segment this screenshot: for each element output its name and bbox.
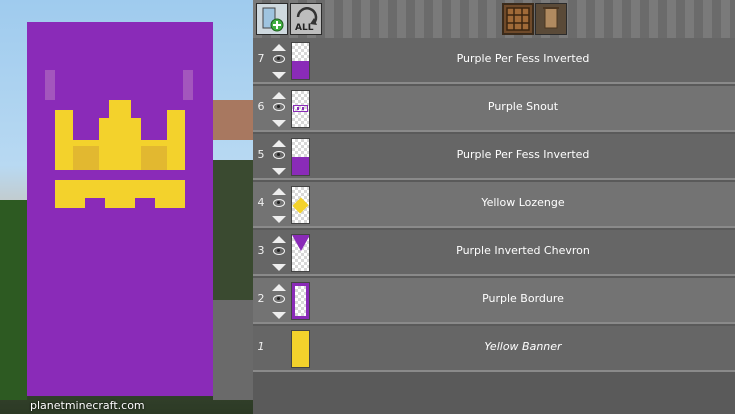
layer-row[interactable]: 2 Purple Bordure [253,278,735,324]
banner-preview: planetminecraft.com [0,0,253,414]
layer-number: 4 [257,196,265,209]
crown-band [55,180,185,198]
visibility-eye-icon[interactable] [273,295,285,303]
layer-thumbnail [291,234,310,272]
watermark: planetminecraft.com [30,399,145,412]
add-layer-button[interactable] [256,3,288,35]
move-up-icon[interactable] [272,92,286,99]
layer-number: 6 [257,100,265,113]
visibility-eye-icon[interactable] [273,103,285,111]
crown-band [105,198,135,208]
background-tree [0,200,27,400]
add-layer-icon [262,7,284,32]
all-label: ALL [295,23,314,33]
layer-row[interactable]: 1 Yellow Banner [253,326,735,372]
visibility-eye-icon[interactable] [273,199,285,207]
banner-icon [543,7,559,29]
layer-label: Purple Inverted Chevron [456,244,590,257]
background-block [213,300,253,400]
layer-thumbnail [291,42,310,80]
move-up-icon[interactable] [272,140,286,147]
layer-label: Purple Bordure [482,292,564,305]
move-up-icon[interactable] [272,236,286,243]
layer-number: 5 [257,148,265,161]
background-block [213,100,253,140]
move-up-icon[interactable] [272,188,286,195]
layer-row[interactable]: 5 Purple Per Fess Inverted [253,134,735,180]
crown-body [73,146,99,170]
layer-label: Purple Per Fess Inverted [456,52,590,65]
crafting-table-icon [506,7,530,31]
crafting-button[interactable] [502,3,534,35]
layer-row[interactable]: 6 Purple Snout [253,86,735,132]
move-down-icon[interactable] [272,312,286,319]
banner-button[interactable] [535,3,567,35]
all-icon: ALL [295,7,318,33]
layer-thumbnail [291,138,310,176]
crown-band [155,198,185,208]
move-down-icon[interactable] [272,72,286,79]
layer-label: Purple Snout [487,100,559,113]
background-tree [213,160,253,300]
move-down-icon[interactable] [272,264,286,271]
toggle-all-button[interactable]: ALL [290,3,322,35]
layer-number: 7 [257,52,265,65]
layer-row[interactable]: 4 Yellow Lozenge [253,182,735,228]
layer-number: 3 [257,244,265,257]
visibility-eye-icon[interactable] [273,55,285,63]
move-up-icon[interactable] [272,284,286,291]
layer-thumbnail [291,186,310,224]
crown-band [55,198,85,208]
move-down-icon[interactable] [272,168,286,175]
move-down-icon[interactable] [272,120,286,127]
layer-label: Purple Per Fess Inverted [456,148,590,161]
layer-number: 2 [257,292,265,305]
layer-row[interactable]: 3 Purple Inverted Chevron [253,230,735,276]
crown-shade [45,70,55,100]
layer-thumbnail [291,330,310,368]
layer-number: 1 [257,340,265,353]
move-up-icon[interactable] [272,44,286,51]
visibility-eye-icon[interactable] [273,151,285,159]
layer-editor: ALL 7 Purple Per Fess Inverted 6 Purple … [253,0,735,414]
layer-thumbnail [291,282,310,320]
layer-label: Yellow Lozenge [481,196,565,209]
layer-label: Yellow Banner [484,340,562,353]
layer-row[interactable]: 7 Purple Per Fess Inverted [253,38,735,84]
banner [27,22,213,396]
visibility-eye-icon[interactable] [273,247,285,255]
layer-thumbnail [291,90,310,128]
crown-shade [183,70,193,100]
move-down-icon[interactable] [272,216,286,223]
toolbar: ALL [253,0,735,38]
crown-body [141,146,167,170]
